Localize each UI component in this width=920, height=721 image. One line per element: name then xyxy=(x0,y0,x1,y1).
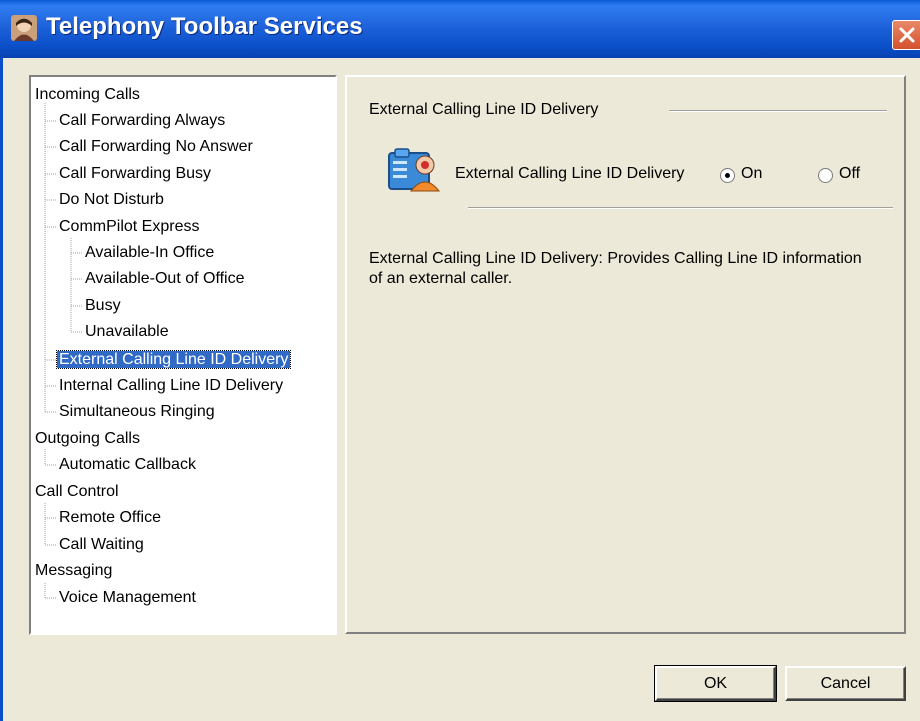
tree-item-call-control[interactable]: Call Control xyxy=(35,480,119,504)
group-separator xyxy=(669,110,887,112)
tree-item-automatic-callback[interactable]: Automatic Callback xyxy=(59,453,196,477)
tree-item-unavailable[interactable]: Unavailable xyxy=(85,320,169,344)
tree-item-voice-management[interactable]: Voice Management xyxy=(59,586,196,610)
dialog-window: Telephony Toolbar Services Incoming Call… xyxy=(0,0,920,721)
tree-item-call-forwarding-always[interactable]: Call Forwarding Always xyxy=(59,109,225,133)
description-text: External Calling Line ID Delivery: Provi… xyxy=(369,250,862,287)
services-tree[interactable]: Incoming Calls Call Forwarding Always Ca… xyxy=(29,75,337,635)
tree-item-available-in-office[interactable]: Available-In Office xyxy=(85,241,214,265)
caller-id-icon xyxy=(388,148,441,192)
window-title: Telephony Toolbar Services xyxy=(46,13,363,40)
settings-panel: External Calling Line ID Delivery Extern… xyxy=(345,75,906,634)
close-icon xyxy=(899,27,915,43)
tree-item-outgoing-calls[interactable]: Outgoing Calls xyxy=(35,427,140,451)
cancel-button[interactable]: Cancel xyxy=(785,666,906,701)
tree-item-call-waiting[interactable]: Call Waiting xyxy=(59,533,144,557)
setting-label: External Calling Line ID Delivery xyxy=(455,165,685,182)
close-button[interactable] xyxy=(892,20,920,50)
tree-item-incoming-calls[interactable]: Incoming Calls xyxy=(35,83,140,107)
radio-on-label[interactable]: On xyxy=(741,165,762,183)
user-avatar-icon xyxy=(11,15,37,41)
tree-item-busy[interactable]: Busy xyxy=(85,294,121,318)
title-bar[interactable]: Telephony Toolbar Services xyxy=(0,0,920,58)
tree-item-external-calling-line-id-delivery[interactable]: External Calling Line ID Delivery xyxy=(55,348,292,372)
tree-item-messaging[interactable]: Messaging xyxy=(35,559,112,583)
tree-item-available-out-of-office[interactable]: Available-Out of Office xyxy=(85,267,245,291)
tree-item-call-forwarding-busy[interactable]: Call Forwarding Busy xyxy=(59,162,211,186)
radio-on[interactable] xyxy=(720,168,735,183)
tree-item-remote-office[interactable]: Remote Office xyxy=(59,506,161,530)
setting-separator xyxy=(468,207,893,209)
radio-off-label[interactable]: Off xyxy=(839,165,860,183)
tree-item-call-forwarding-no-answer[interactable]: Call Forwarding No Answer xyxy=(59,135,253,159)
tree-item-internal-calling-line-id-delivery[interactable]: Internal Calling Line ID Delivery xyxy=(59,374,283,398)
tree-item-do-not-disturb[interactable]: Do Not Disturb xyxy=(59,188,164,212)
ok-button[interactable]: OK xyxy=(654,665,777,702)
tree-item-commpilot-express[interactable]: CommPilot Express xyxy=(59,215,199,239)
radio-off[interactable] xyxy=(818,168,833,183)
tree-item-simultaneous-ringing[interactable]: Simultaneous Ringing xyxy=(59,400,215,424)
group-title: External Calling Line ID Delivery xyxy=(369,101,599,118)
